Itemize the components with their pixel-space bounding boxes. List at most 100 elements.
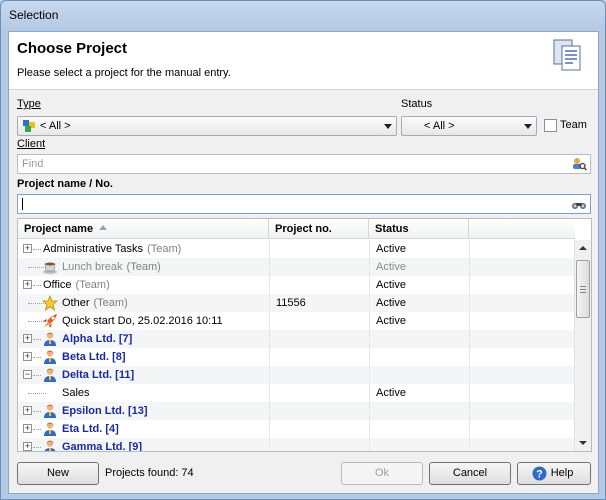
project-no-cell: 11556: [269, 294, 369, 312]
chevron-down-icon: [384, 124, 392, 129]
status-cell: Active: [369, 294, 469, 312]
scrollbar-thumb[interactable]: [576, 260, 590, 318]
project-name-cell: + Beta Ltd. [8]: [18, 348, 269, 366]
table-row[interactable]: + Administrative Tasks (Team) Active: [18, 240, 575, 258]
status-cell: Active: [369, 384, 469, 402]
table-row[interactable]: Quick start Do, 25.02.2016 10:11 Active: [18, 312, 575, 330]
table-row[interactable]: Sales Active: [18, 384, 575, 402]
team-checkbox[interactable]: [544, 119, 557, 132]
expand-icon[interactable]: +: [23, 352, 32, 361]
star-icon: [41, 294, 59, 311]
project-name-text: Office (Team): [43, 279, 110, 291]
tree-connector: [33, 447, 41, 448]
project-no-cell: [269, 438, 369, 451]
project-types-icon: [23, 120, 35, 132]
expand-icon[interactable]: +: [23, 406, 32, 415]
expand-icon[interactable]: +: [23, 244, 32, 253]
table-row[interactable]: + Gamma Ltd. [9]: [18, 438, 575, 452]
person-icon: [42, 439, 58, 451]
rocket-icon: [42, 313, 58, 329]
expand-icon[interactable]: +: [23, 334, 32, 343]
column-header-status[interactable]: Status: [369, 219, 469, 239]
project-name-cell: + Epsilon Ltd. [13]: [18, 402, 269, 420]
status-cell: [369, 366, 469, 384]
type-select[interactable]: < All >: [17, 116, 397, 136]
scroll-up-icon[interactable]: [575, 240, 591, 256]
table-row[interactable]: + Epsilon Ltd. [13]: [18, 402, 575, 420]
team-tag: (Team): [126, 261, 161, 273]
dialog-header: Choose Project Please select a project f…: [9, 32, 598, 90]
new-button[interactable]: New: [17, 462, 99, 485]
project-no-cell: [269, 258, 369, 276]
cancel-button[interactable]: Cancel: [429, 462, 511, 485]
person-icon: [42, 367, 58, 383]
documents-icon: [553, 39, 581, 71]
project-name-text: Sales: [62, 387, 90, 399]
status-select-value: < All >: [424, 120, 455, 132]
client-lookup-icon[interactable]: [571, 157, 587, 171]
grid-rows: + Administrative Tasks (Team) Active Lunch b…: [18, 240, 575, 452]
binoculars-icon[interactable]: [571, 197, 587, 211]
ok-button[interactable]: Ok: [341, 462, 423, 485]
team-tag: (Team): [93, 297, 128, 309]
empty-cell: [469, 330, 575, 348]
scroll-down-icon[interactable]: [575, 435, 591, 451]
tree-connector: [28, 393, 46, 394]
client-search-input[interactable]: Find: [17, 154, 591, 174]
table-row[interactable]: Other (Team) 11556 Active: [18, 294, 575, 312]
table-row[interactable]: − Delta Ltd. [11]: [18, 366, 575, 384]
tree-connector: [33, 375, 41, 376]
empty-cell: [469, 276, 575, 294]
column-header-project-name[interactable]: Project name: [18, 219, 269, 239]
expand-icon[interactable]: +: [23, 280, 32, 289]
project-name-text: Administrative Tasks (Team): [43, 243, 182, 255]
empty-cell: [469, 420, 575, 438]
help-button[interactable]: ? Help: [517, 462, 591, 485]
person-icon: [42, 403, 58, 419]
status-cell: Active: [369, 240, 469, 258]
vertical-scrollbar[interactable]: [574, 240, 591, 451]
person-icon: [42, 331, 58, 347]
status-select[interactable]: < All >: [401, 116, 537, 136]
grid-header: Project name Project no. Status: [18, 219, 575, 239]
client-placeholder: Find: [22, 158, 44, 170]
tree-connector: [33, 411, 41, 412]
project-no-cell: [269, 420, 369, 438]
expand-icon[interactable]: +: [23, 442, 32, 451]
project-name-text: Epsilon Ltd. [13]: [62, 405, 148, 417]
dialog-title: Choose Project: [17, 40, 128, 57]
svg-text:?: ?: [536, 469, 543, 481]
tree-connector: [33, 339, 41, 340]
project-name-text: Lunch break (Team): [62, 261, 161, 273]
project-no-cell: [269, 402, 369, 420]
project-no-cell: [269, 366, 369, 384]
project-name-cell: + Eta Ltd. [4]: [18, 420, 269, 438]
status-cell: [369, 330, 469, 348]
type-label: Type: [17, 98, 41, 110]
person-icon: [42, 421, 58, 437]
empty-cell: [469, 366, 575, 384]
type-select-value: < All >: [40, 120, 71, 132]
tree-connector: [33, 429, 41, 430]
project-search-input[interactable]: [17, 194, 591, 214]
table-row[interactable]: + Alpha Ltd. [7]: [18, 330, 575, 348]
table-row[interactable]: + Office (Team) Active: [18, 276, 575, 294]
project-no-cell: [269, 348, 369, 366]
expand-icon[interactable]: +: [23, 424, 32, 433]
project-no-cell: [269, 330, 369, 348]
table-row[interactable]: + Eta Ltd. [4]: [18, 420, 575, 438]
project-name-cell: − Delta Ltd. [11]: [18, 366, 269, 384]
empty-cell: [469, 348, 575, 366]
table-row[interactable]: Lunch break (Team) Active: [18, 258, 575, 276]
table-row[interactable]: + Beta Ltd. [8]: [18, 348, 575, 366]
empty-cell: [469, 312, 575, 330]
project-name-text: Eta Ltd. [4]: [62, 423, 119, 435]
status-cell: Active: [369, 312, 469, 330]
collapse-icon[interactable]: −: [23, 370, 32, 379]
help-icon: ?: [532, 466, 547, 481]
project-name-text: Gamma Ltd. [9]: [62, 441, 143, 452]
project-name-text: Quick start Do, 25.02.2016 10:11: [62, 315, 223, 327]
empty-cell: [469, 402, 575, 420]
column-header-project-no[interactable]: Project no.: [269, 219, 369, 239]
project-grid[interactable]: Project name Project no. Status + Adminis…: [17, 218, 592, 452]
